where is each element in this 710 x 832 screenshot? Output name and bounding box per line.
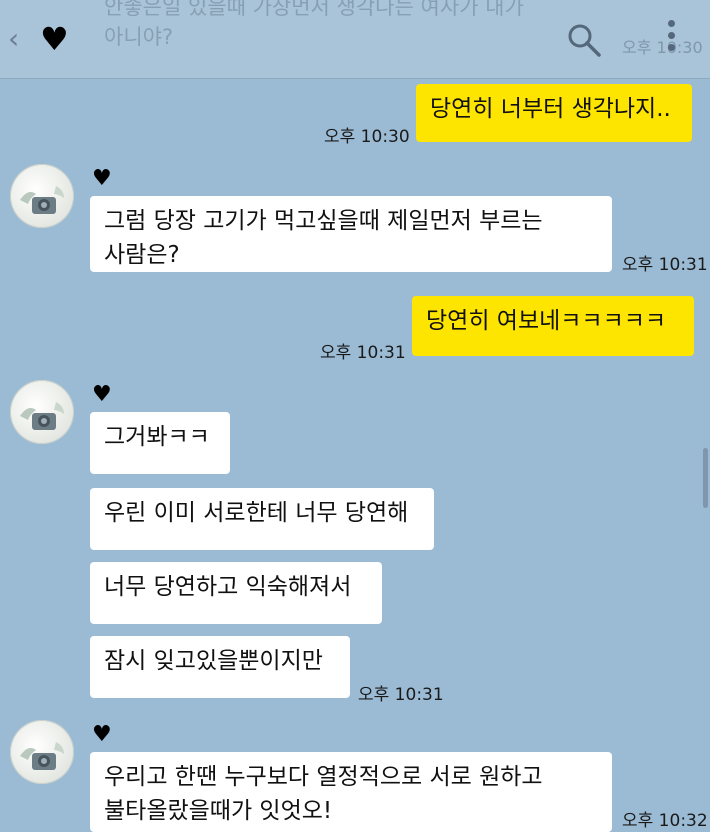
contact-message-bubble[interactable]: 그거봐ㅋㅋ — [90, 412, 230, 474]
my-message-bubble[interactable]: 당연히 너부터 생각나지.. — [416, 84, 692, 142]
message-time: 오후 10:30 — [324, 127, 410, 147]
contact-name: ♥ — [92, 722, 112, 747]
message-time: 오후 10:32 — [622, 811, 708, 831]
message-time: 오후 10:31 — [358, 685, 444, 705]
message-time: 오후 10:31 — [622, 255, 708, 275]
my-message-bubble[interactable]: 당연히 여보네ㅋㅋㅋㅋㅋ — [412, 296, 694, 356]
contact-avatar[interactable] — [10, 380, 74, 444]
chat-header: 안좋은일 있을때 가장먼저 생각나는 여자가 내가 아니야? 오후 10:30 … — [0, 0, 710, 79]
contact-name: ♥ — [92, 382, 112, 407]
back-chevron-icon[interactable]: ‹ — [8, 22, 19, 55]
contact-message-bubble[interactable]: 우리고 한땐 누구보다 열정적으로 서로 원하고 불타올랐을때가 잇엇오! — [90, 752, 612, 832]
contact-name: ♥ — [92, 166, 112, 191]
message-time: 오후 10:31 — [320, 343, 406, 363]
faded-previous-message: 안좋은일 있을때 가장먼저 생각나는 여자가 내가 아니야? — [104, 0, 524, 49]
more-vertical-icon[interactable] — [662, 20, 680, 60]
scrollbar[interactable] — [703, 448, 708, 508]
search-icon[interactable] — [566, 22, 602, 58]
contact-message-bubble[interactable]: 너무 당연하고 익숙해져서 — [90, 562, 382, 624]
contact-avatar[interactable] — [10, 720, 74, 784]
contact-message-bubble[interactable]: 잠시 잊고있을뿐이지만 — [90, 636, 350, 698]
chat-title: ♥ — [40, 20, 69, 58]
contact-message-bubble[interactable]: 그럼 당장 고기가 먹고싶을때 제일먼저 부르는 사람은? — [90, 196, 612, 272]
contact-avatar[interactable] — [10, 164, 74, 228]
contact-message-bubble[interactable]: 우린 이미 서로한테 너무 당연해 — [90, 488, 434, 550]
